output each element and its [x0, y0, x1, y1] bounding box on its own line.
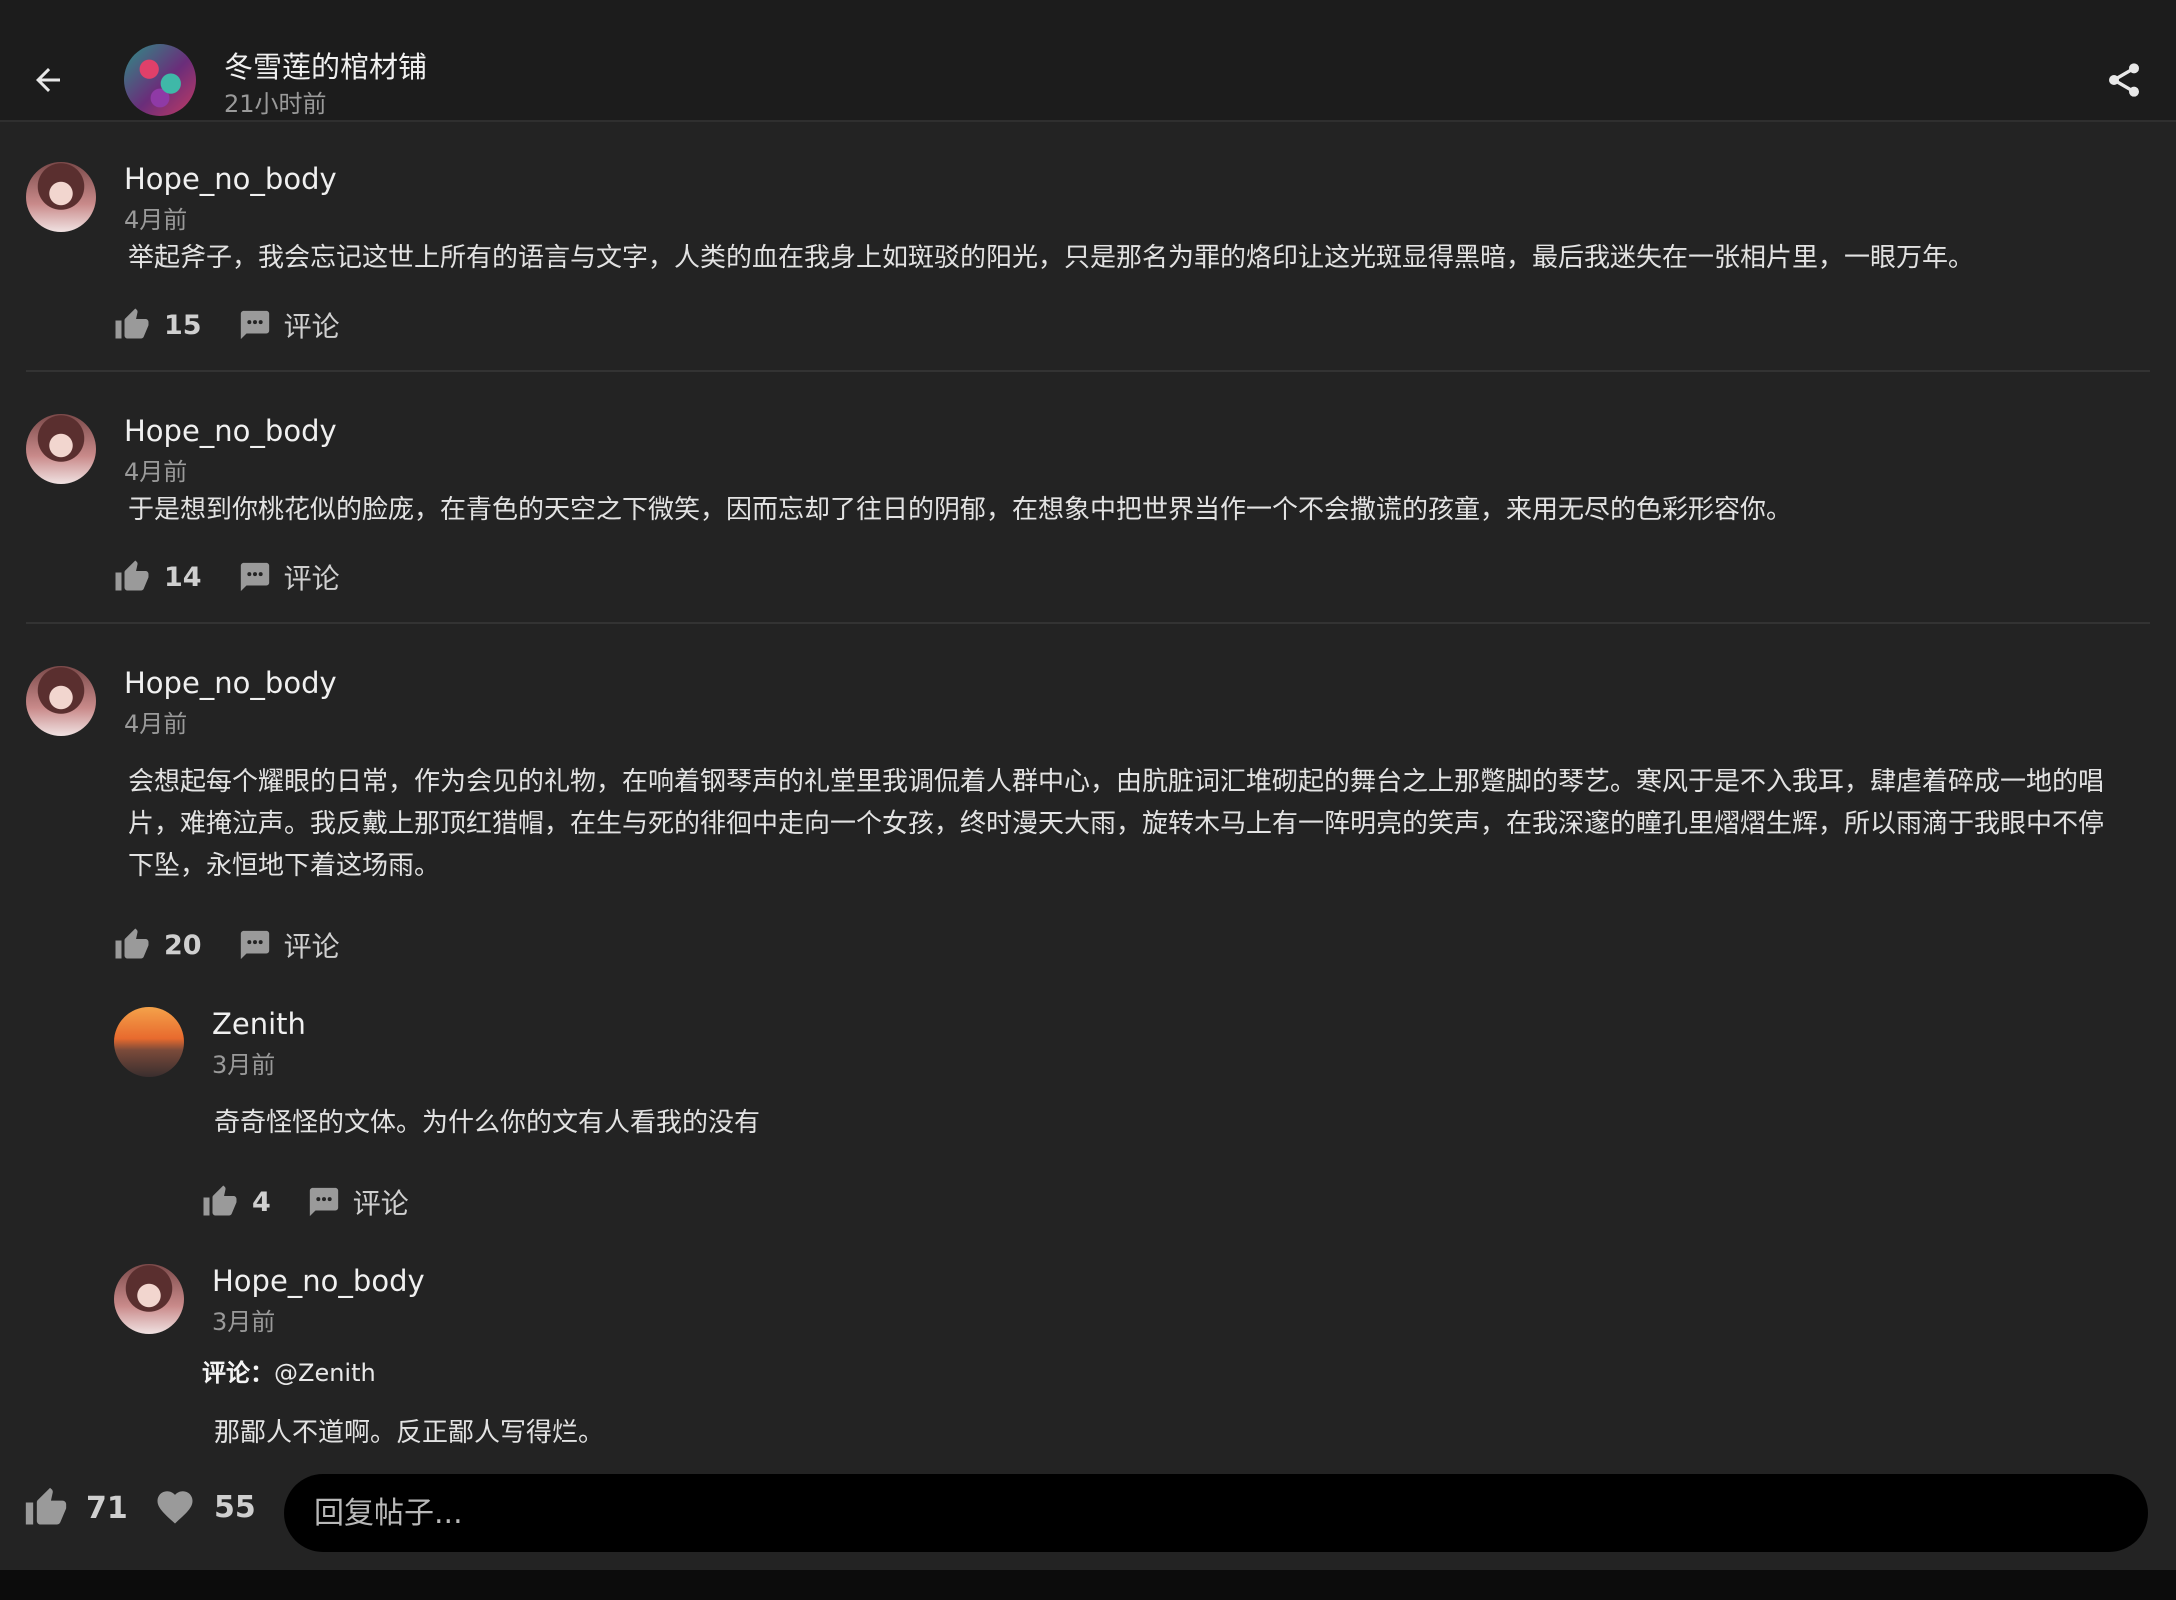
comment-username[interactable]: Hope_no_body — [124, 666, 337, 700]
author-avatar[interactable] — [124, 44, 196, 116]
comment-actions: 20 评论 — [114, 925, 340, 965]
divider — [26, 622, 2150, 624]
divider — [26, 370, 2150, 372]
reply-input[interactable] — [284, 1474, 2148, 1552]
thumb-up-icon[interactable] — [114, 927, 150, 963]
post-like-count: 71 — [86, 1490, 128, 1526]
comment-bubble-icon[interactable] — [238, 308, 272, 342]
like-count: 4 — [252, 1186, 271, 1218]
reply-content: 那鄙人不道啊。反正鄙人写得烂。 — [214, 1418, 605, 1448]
reply-actions: 4 评论 — [202, 1182, 409, 1222]
comment-actions: 14 评论 — [114, 557, 340, 597]
avatar[interactable] — [114, 1007, 184, 1077]
comment-content: 于是想到你桃花似的脸庞，在青色的天空之下微笑，因而忘却了往日的阴郁，在想象中把世… — [128, 495, 1793, 525]
like-count: 20 — [164, 929, 202, 961]
reply-time: 3月前 — [212, 1308, 276, 1336]
system-nav-strip — [0, 1570, 2176, 1600]
comment-bubble-icon[interactable] — [238, 560, 272, 594]
back-button[interactable] — [24, 56, 72, 104]
thumb-up-icon — [25, 1487, 67, 1525]
post-favorite-count: 55 — [214, 1489, 256, 1525]
avatar[interactable] — [26, 414, 96, 484]
avatar[interactable] — [26, 666, 96, 736]
share-icon — [2109, 63, 2139, 97]
avatar[interactable] — [26, 162, 96, 232]
comment-time: 4月前 — [124, 710, 188, 738]
comment-time: 4月前 — [124, 206, 188, 234]
comment-bubble-icon[interactable] — [238, 928, 272, 962]
comment-button-label[interactable]: 评论 — [284, 557, 340, 597]
reply-username[interactable]: Zenith — [212, 1007, 306, 1041]
comment-username[interactable]: Hope_no_body — [124, 414, 337, 448]
comment-content: 会想起每个耀眼的日常，作为会见的礼物，在响着钢琴声的礼堂里我调侃着人群中心，由肮… — [128, 767, 2105, 881]
thumb-up-icon[interactable] — [202, 1184, 238, 1220]
comment-button-label[interactable]: 评论 — [284, 925, 340, 965]
reply-username[interactable]: Hope_no_body — [212, 1264, 425, 1298]
like-count: 14 — [164, 561, 202, 593]
comment-content: 举起斧子，我会忘记这世上所有的语言与文字，人类的血在我身上如斑驳的阳光，只是那名… — [128, 243, 1975, 273]
heart-icon — [157, 1491, 193, 1524]
comment-button-label[interactable]: 评论 — [284, 305, 340, 345]
share-button[interactable] — [2100, 56, 2148, 104]
thumb-up-icon[interactable] — [114, 307, 150, 343]
reply-prefix-label: 评论： — [202, 1359, 274, 1387]
thumb-up-icon[interactable] — [114, 559, 150, 595]
bottom-reply-bar: 71 55 — [0, 1460, 2176, 1570]
post-favorite-button[interactable]: 55 — [154, 1486, 256, 1528]
top-app-bar: 冬雪莲的棺材铺 21小时前 — [0, 0, 2176, 122]
comment-button-label[interactable]: 评论 — [353, 1182, 409, 1222]
comment-username[interactable]: Hope_no_body — [124, 162, 337, 196]
reply-time: 3月前 — [212, 1051, 276, 1079]
comment-actions: 15 评论 — [114, 305, 340, 345]
post-title: 冬雪莲的棺材铺 — [224, 50, 428, 84]
reply-mention[interactable]: @Zenith — [274, 1359, 376, 1387]
comment-bubble-icon[interactable] — [307, 1185, 341, 1219]
arrow-left-icon — [36, 68, 60, 92]
like-count: 15 — [164, 309, 202, 341]
comment-time: 4月前 — [124, 458, 188, 486]
post-time: 21小时前 — [224, 90, 327, 118]
reply-content: 奇奇怪怪的文体。为什么你的文有人看我的没有 — [214, 1108, 761, 1138]
avatar[interactable] — [114, 1264, 184, 1334]
reply-target: 评论：@Zenith — [202, 1353, 376, 1388]
post-like-button[interactable]: 71 — [24, 1486, 128, 1530]
